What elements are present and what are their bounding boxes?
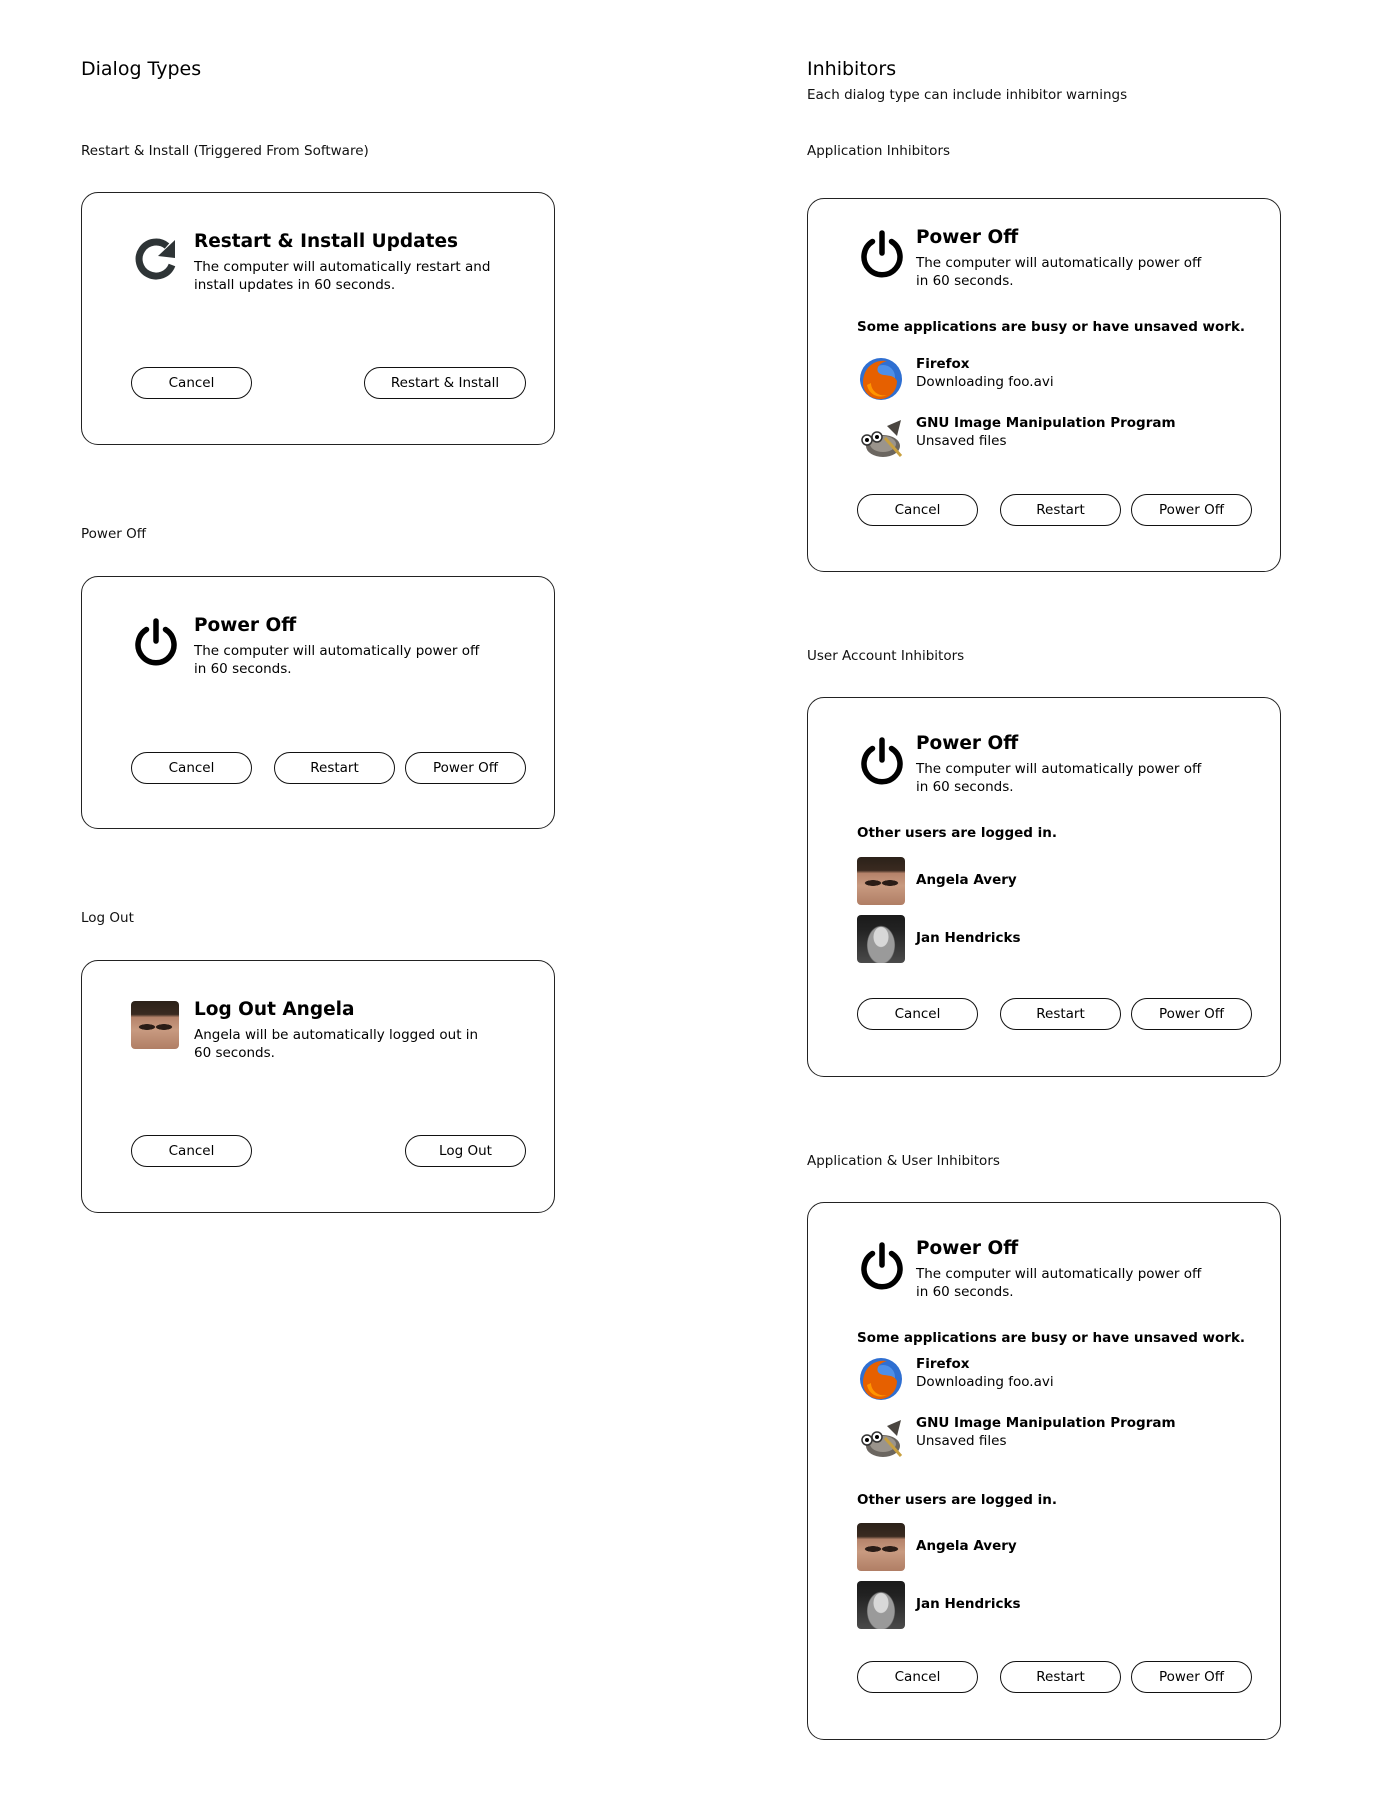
section-title-inhibitors: Inhibitors — [807, 58, 897, 80]
restart-icon — [135, 238, 176, 280]
gimp-icon — [861, 1420, 903, 1457]
dialog-title: Log Out Angela — [194, 999, 355, 1020]
caption-log-out: Log Out — [81, 910, 134, 926]
dialog-title: Power Off — [916, 733, 1019, 754]
avatar — [131, 1001, 179, 1049]
restart-install-dialog: Restart & Install Updates The computer w… — [81, 192, 555, 445]
power-off-button[interactable]: Power Off — [1131, 494, 1252, 526]
user-name: Jan Hendricks — [916, 930, 1021, 946]
avatar — [857, 1581, 905, 1629]
power-icon — [861, 230, 903, 278]
power-off-button[interactable]: Power Off — [1131, 998, 1252, 1030]
power-off-button[interactable]: Power Off — [1131, 1661, 1252, 1693]
section-subtitle: Each dialog type can include inhibitor w… — [807, 87, 1128, 103]
restart-button[interactable]: Restart — [1000, 1661, 1121, 1693]
restart-button[interactable]: Restart — [1000, 494, 1121, 526]
app-name: GNU Image Manipulation Program — [916, 1415, 1176, 1431]
dialog-title: Power Off — [916, 227, 1019, 248]
power-off-button[interactable]: Power Off — [405, 752, 526, 784]
restart-install-button[interactable]: Restart & Install — [364, 367, 526, 399]
power-off-dialog: Power Off The computer will automaticall… — [81, 576, 555, 829]
list-item: Firefox Downloading foo.avi — [857, 355, 1237, 403]
caption-restart-install: Restart & Install (Triggered From Softwa… — [81, 143, 369, 159]
cancel-button[interactable]: Cancel — [131, 367, 252, 399]
app-inhibitor-heading: Some applications are busy or have unsav… — [857, 319, 1246, 335]
avatar — [857, 1523, 905, 1571]
caption-application-inhibitors: Application Inhibitors — [807, 143, 951, 159]
list-item: Jan Hendricks — [857, 1581, 1237, 1629]
cancel-button[interactable]: Cancel — [857, 998, 978, 1030]
caption-power-off: Power Off — [81, 526, 147, 542]
cancel-button[interactable]: Cancel — [131, 1135, 252, 1167]
user-name: Jan Hendricks — [916, 1596, 1021, 1612]
app-name: Firefox — [916, 1356, 970, 1372]
list-item: GNU Image Manipulation Program Unsaved f… — [857, 1414, 1237, 1462]
power-icon — [861, 1242, 903, 1290]
dialog-message: The computer will automatically restart … — [194, 259, 491, 293]
user-inhibitor-heading: Other users are logged in. — [857, 1492, 1057, 1508]
log-out-button[interactable]: Log Out — [405, 1135, 526, 1167]
list-item: Jan Hendricks — [857, 915, 1237, 963]
app-status: Downloading foo.avi — [916, 1374, 1054, 1390]
dialog-message: The computer will automatically power of… — [916, 761, 1202, 795]
avatar — [857, 857, 905, 905]
dialog-title: Power Off — [194, 615, 297, 636]
list-item: GNU Image Manipulation Program Unsaved f… — [857, 414, 1237, 462]
dialog-message: Angela will be automatically logged out … — [194, 1027, 479, 1061]
power-icon — [135, 618, 177, 666]
dialog-title: Power Off — [916, 1238, 1019, 1259]
restart-button[interactable]: Restart — [1000, 998, 1121, 1030]
list-item: Angela Avery — [857, 1523, 1237, 1571]
app-name: Firefox — [916, 356, 970, 372]
log-out-dialog: Log Out Angela Angela will be automatica… — [81, 960, 555, 1213]
app-status: Downloading foo.avi — [916, 374, 1054, 390]
firefox-icon — [860, 358, 902, 400]
user-name: Angela Avery — [916, 1538, 1017, 1554]
cancel-button[interactable]: Cancel — [857, 494, 978, 526]
app-name: GNU Image Manipulation Program — [916, 415, 1176, 431]
list-item: Angela Avery — [857, 857, 1237, 905]
application-inhibitors-dialog: Power Off The computer will automaticall… — [807, 198, 1281, 572]
user-name: Angela Avery — [916, 872, 1017, 888]
gimp-icon — [861, 420, 903, 457]
user-account-inhibitors-dialog: Power Off The computer will automaticall… — [807, 697, 1281, 1077]
application-user-inhibitors-dialog: Power Off The computer will automaticall… — [807, 1202, 1281, 1740]
avatar — [857, 915, 905, 963]
dialog-message: The computer will automatically power of… — [194, 643, 480, 677]
restart-button[interactable]: Restart — [274, 752, 395, 784]
list-item: Firefox Downloading foo.avi — [857, 1355, 1237, 1403]
cancel-button[interactable]: Cancel — [131, 752, 252, 784]
caption-application-user-inhibitors: Application & User Inhibitors — [807, 1153, 1000, 1169]
power-icon — [861, 737, 903, 785]
dialog-message: The computer will automatically power of… — [916, 1266, 1202, 1300]
cancel-button[interactable]: Cancel — [857, 1661, 978, 1693]
app-status: Unsaved files — [916, 433, 1007, 449]
app-inhibitor-heading: Some applications are busy or have unsav… — [857, 1330, 1246, 1346]
section-title-dialog-types: Dialog Types — [81, 58, 202, 80]
app-status: Unsaved files — [916, 1433, 1007, 1449]
caption-user-account-inhibitors: User Account Inhibitors — [807, 648, 965, 664]
firefox-icon — [860, 1358, 902, 1400]
user-inhibitor-heading: Other users are logged in. — [857, 825, 1057, 841]
dialog-title: Restart & Install Updates — [194, 231, 459, 252]
dialog-message: The computer will automatically power of… — [916, 255, 1202, 289]
